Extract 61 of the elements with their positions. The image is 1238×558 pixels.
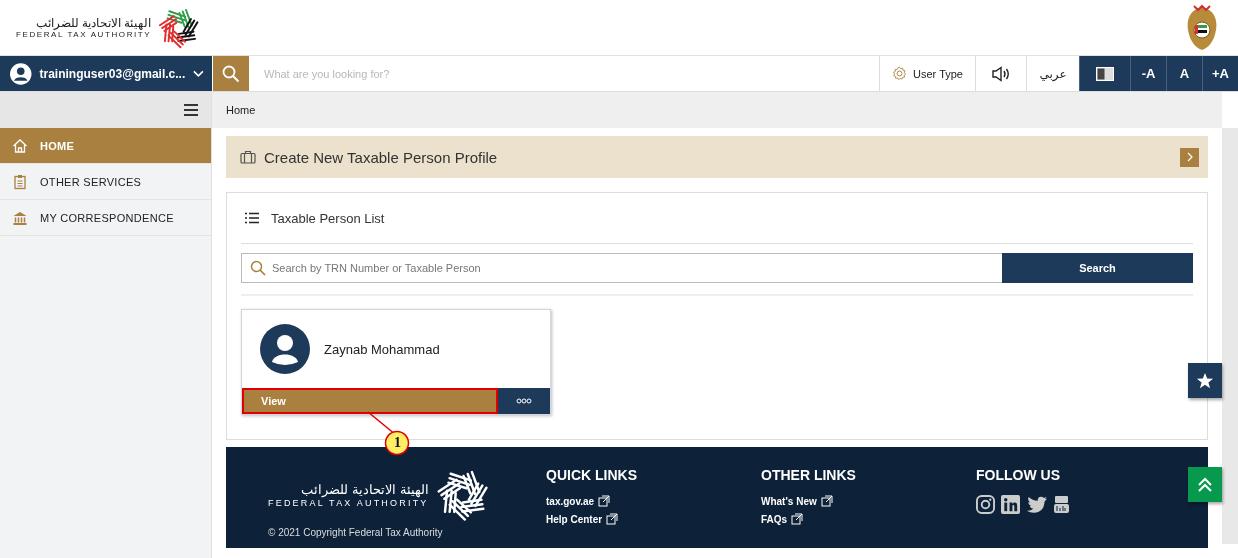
more-icon: [516, 398, 532, 404]
view-button[interactable]: View: [242, 388, 498, 414]
person-name: Zaynab Mohammad: [324, 341, 440, 357]
person-search-field[interactable]: Search by TRN Number or Taxable Person: [241, 253, 1002, 283]
contrast-button[interactable]: [1079, 56, 1130, 91]
logo-text: FEDERAL TAX AUTHORITY: [268, 498, 429, 508]
copyright-text: © 2021 Copyright Federal Tax Authority: [268, 527, 444, 538]
search-button[interactable]: Search: [1002, 253, 1193, 283]
footer-heading: QUICK LINKS: [546, 467, 638, 483]
instagram-icon: [976, 495, 995, 514]
contrast-icon: [1096, 66, 1114, 81]
linkedin-icon: [1001, 495, 1020, 514]
font-size-button[interactable]: -A: [1130, 56, 1166, 91]
external-link-icon: [820, 495, 833, 507]
scroll-top-button[interactable]: [1188, 467, 1222, 502]
external-link-icon: [606, 513, 619, 525]
logo-arabic-text: الهيئة الاتحادية للضرائب: [301, 482, 429, 498]
home-icon: [12, 137, 28, 154]
search-button[interactable]: [213, 56, 249, 91]
footer-link[interactable]: What's New: [761, 495, 833, 507]
next-button[interactable]: [1180, 147, 1199, 167]
menu-button[interactable]: [183, 103, 199, 117]
footer-heading: OTHER LINKS: [761, 467, 857, 483]
bank-icon: [12, 209, 28, 226]
create-profile-banner[interactable]: Create New Taxable Person Profile: [226, 136, 1208, 178]
scrollbar[interactable]: [1222, 128, 1238, 544]
double-chevron-up-icon: [1198, 476, 1212, 493]
more-button[interactable]: [498, 388, 550, 414]
briefcase-icon: [240, 150, 256, 164]
footer-heading: FOLLOW US: [976, 467, 1061, 483]
footer-link[interactable]: tax.gov.ae: [546, 495, 611, 507]
list-icon: [245, 212, 259, 224]
footer-link[interactable]: FAQs: [761, 513, 804, 525]
sidebar-item[interactable]: OTHER SERVICES: [0, 164, 211, 200]
sidebar-item[interactable]: MY CORRESPONDENCE: [0, 200, 211, 236]
external-link-icon: [791, 513, 804, 525]
clipboard-icon: [12, 173, 28, 190]
avatar-icon: [260, 324, 310, 374]
user-avatar-icon: [10, 61, 32, 86]
search-icon: [250, 260, 266, 276]
sidebar-item[interactable]: HOME: [0, 128, 211, 164]
search-icon: [222, 64, 240, 83]
banner-title: Create New Taxable Person Profile: [264, 148, 499, 166]
font-size-button[interactable]: A: [1166, 56, 1202, 91]
logo-text: FEDERAL TAX AUTHORITY: [16, 30, 152, 39]
gear-icon: [892, 66, 908, 81]
star-icon: [1196, 371, 1214, 390]
menu-icon: [183, 103, 199, 117]
logo-arabic-text: الهيئة الاتحادية للضرائب: [35, 16, 152, 30]
twitter-icon: [1026, 495, 1048, 514]
breadcrumb-item: Home: [226, 104, 256, 116]
footer-link[interactable]: Help Center: [546, 513, 619, 525]
external-link-icon: [598, 495, 611, 507]
chevron-down-icon: [193, 69, 204, 78]
favorites-button[interactable]: [1188, 363, 1222, 398]
font-size-button[interactable]: +A: [1202, 56, 1238, 91]
speaker-icon: [991, 65, 1011, 82]
panel-title: Taxable Person List: [271, 210, 385, 226]
chevron-right-icon: [1185, 152, 1194, 162]
user-account-dropdown[interactable]: traininguser03@gmail.c...: [0, 56, 212, 91]
callout-number: 1: [394, 435, 401, 451]
